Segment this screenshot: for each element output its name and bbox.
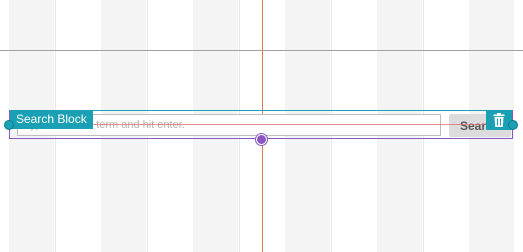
resize-handle-right[interactable] <box>508 120 518 130</box>
resize-handle-left[interactable] <box>4 120 14 130</box>
resize-handle-bottom[interactable] <box>256 134 267 145</box>
trash-icon-glyph <box>493 113 505 127</box>
block-label[interactable]: Search Block <box>10 110 93 129</box>
